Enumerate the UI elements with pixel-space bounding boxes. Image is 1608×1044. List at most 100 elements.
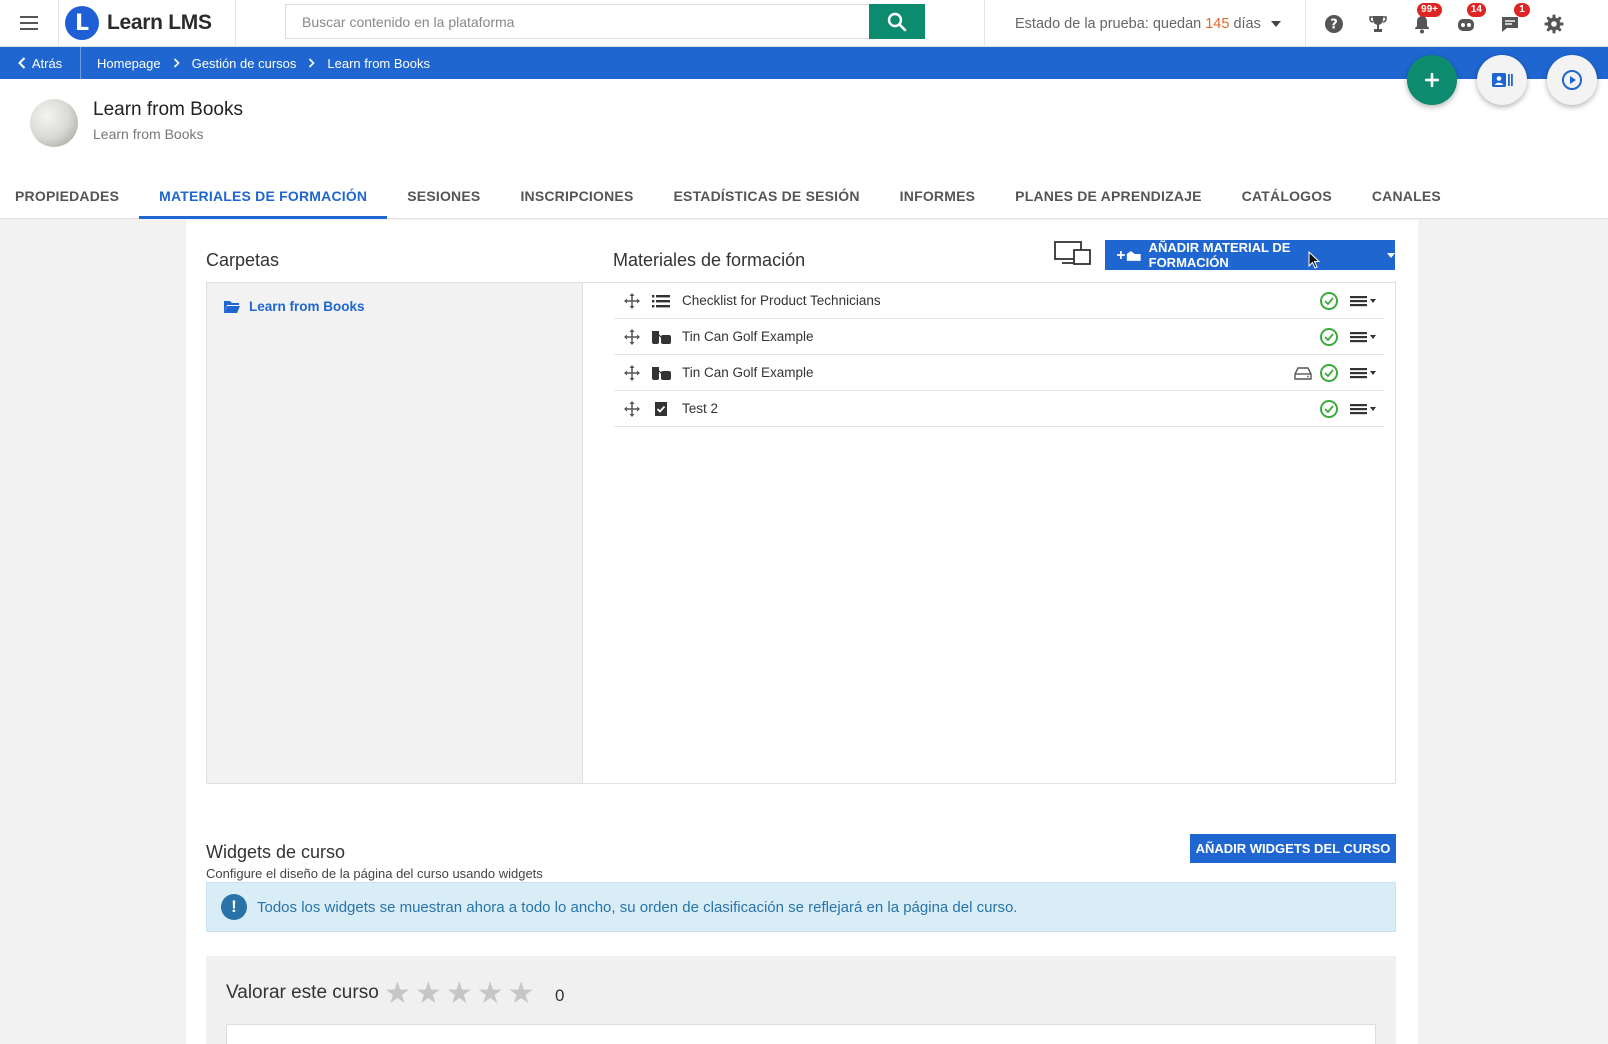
back-label: Atrás xyxy=(31,55,63,71)
search-button[interactable] xyxy=(869,4,925,39)
tab-sessions[interactable]: SESIONES xyxy=(387,172,500,219)
messages-button[interactable]: 14 xyxy=(1444,0,1488,47)
menu-icon xyxy=(1350,296,1376,307)
drag-handle[interactable] xyxy=(618,364,646,382)
material-name[interactable]: Test 2 xyxy=(682,401,718,416)
star-icon[interactable]: ★ xyxy=(415,976,442,1011)
course-title: Learn from Books xyxy=(93,99,243,120)
material-name[interactable]: Tin Can Golf Example xyxy=(682,329,814,344)
tab-training-materials[interactable]: MATERIALES DE FORMACIÓN xyxy=(139,172,388,219)
trial-days: 145 xyxy=(1205,15,1230,32)
drag-handle[interactable] xyxy=(618,328,646,346)
row-menu-button[interactable] xyxy=(1350,331,1376,343)
chat-button[interactable]: 1 xyxy=(1488,0,1532,47)
back-button[interactable]: Atrás xyxy=(0,47,81,79)
tab-enrollments[interactable]: INSCRIPCIONES xyxy=(500,172,653,219)
plus-icon xyxy=(1425,73,1439,87)
id-card-icon xyxy=(1492,73,1513,87)
logo-icon: L xyxy=(65,6,99,40)
breadcrumb-bar: Atrás Homepage Gestión de cursos Learn f… xyxy=(0,47,1608,79)
materials-list: Checklist for Product Technicians Tin Ca… xyxy=(614,283,1384,427)
top-bar: L Learn LMS Estado de la prueba: quedan … xyxy=(0,0,1608,47)
rate-course-widget: Valorar este curso ★ ★ ★ ★ ★ 0 xyxy=(206,956,1396,1044)
material-row[interactable]: Tin Can Golf Example xyxy=(614,319,1384,355)
move-icon xyxy=(624,400,640,417)
course-tabs: PROPIEDADES MATERIALES DE FORMACIÓN SESI… xyxy=(0,172,1461,219)
add-widgets-button[interactable]: AÑADIR WIDGETS DEL CURSO xyxy=(1190,834,1396,863)
row-menu-button[interactable] xyxy=(1350,367,1376,379)
course-view-fab-button[interactable] xyxy=(1477,55,1527,105)
play-circle-icon xyxy=(1562,70,1582,90)
chevron-left-icon xyxy=(17,57,26,69)
test-icon xyxy=(646,401,676,417)
caret-down-icon xyxy=(1270,20,1281,27)
breadcrumb-homepage[interactable]: Homepage xyxy=(97,56,161,71)
add-material-icon xyxy=(1117,251,1141,261)
material-row[interactable]: Checklist for Product Technicians xyxy=(614,283,1384,319)
add-fab-button[interactable] xyxy=(1407,55,1457,105)
material-actions xyxy=(1320,283,1376,319)
row-menu-button[interactable] xyxy=(1350,403,1376,415)
devices-icon xyxy=(1054,241,1091,265)
achievements-button[interactable] xyxy=(1356,0,1400,47)
help-button[interactable]: ? xyxy=(1312,0,1356,47)
tab-reports[interactable]: INFORMES xyxy=(880,172,996,219)
material-row[interactable]: Test 2 xyxy=(614,391,1384,427)
hamburger-icon xyxy=(20,22,38,24)
star-icon[interactable]: ★ xyxy=(446,976,473,1011)
trial-days-unit: días xyxy=(1233,15,1261,32)
chevron-right-icon xyxy=(309,58,316,68)
hamburger-menu-button[interactable] xyxy=(0,0,58,47)
star-icon[interactable]: ★ xyxy=(508,976,535,1011)
gear-icon xyxy=(1544,14,1564,33)
course-avatar xyxy=(30,99,78,147)
menu-icon xyxy=(1350,332,1376,343)
tab-catalogs[interactable]: CATÁLOGOS xyxy=(1222,172,1352,219)
app-logo[interactable]: L Learn LMS xyxy=(58,0,236,47)
search-input[interactable] xyxy=(285,4,869,39)
rate-course-label: Valorar este curso xyxy=(226,982,379,1003)
play-course-fab-button[interactable] xyxy=(1547,55,1597,105)
add-training-material-button[interactable]: AÑADIR MATERIAL DE FORMACIÓN xyxy=(1105,240,1395,270)
tab-learning-plans[interactable]: PLANES DE APRENDIZAJE xyxy=(995,172,1222,219)
material-actions xyxy=(1320,319,1376,355)
offline-drive-icon xyxy=(1294,367,1312,380)
chevron-right-icon xyxy=(173,58,180,68)
material-name[interactable]: Checklist for Product Technicians xyxy=(682,293,881,308)
widgets-subtitle: Configure el diseño de la página del cur… xyxy=(206,866,543,881)
tab-properties[interactable]: PROPIEDADES xyxy=(0,172,139,219)
breadcrumb: Homepage Gestión de cursos Learn from Bo… xyxy=(81,56,430,71)
tab-session-statistics[interactable]: ESTADÍSTICAS DE SESIÓN xyxy=(654,172,880,219)
folder-label: Learn from Books xyxy=(249,299,365,314)
search-bar xyxy=(285,4,925,39)
rate-course-content xyxy=(226,1024,1376,1044)
top-icons: ? 99+ 14 1 xyxy=(1312,0,1576,47)
drag-handle[interactable] xyxy=(618,292,646,310)
materials-title: Materiales de formación xyxy=(613,250,806,270)
trial-status-dropdown[interactable]: Estado de la prueba: quedan 145 días xyxy=(984,0,1306,47)
notifications-badge: 99+ xyxy=(1417,3,1442,17)
settings-button[interactable] xyxy=(1532,0,1576,47)
rating-count: 0 xyxy=(555,986,565,1005)
widgets-title: Widgets de curso xyxy=(206,842,346,862)
device-preview-button[interactable] xyxy=(1054,240,1092,268)
row-menu-button[interactable] xyxy=(1350,295,1376,307)
material-name[interactable]: Tin Can Golf Example xyxy=(682,365,814,380)
breadcrumb-course-management[interactable]: Gestión de cursos xyxy=(192,56,297,71)
chat-icon xyxy=(1502,16,1518,32)
folder-item[interactable]: Learn from Books xyxy=(223,299,365,314)
notifications-button[interactable]: 99+ xyxy=(1400,0,1444,47)
star-icon[interactable]: ★ xyxy=(384,976,411,1011)
svg-text:?: ? xyxy=(1330,17,1338,32)
material-row[interactable]: Tin Can Golf Example xyxy=(614,355,1384,391)
drag-handle[interactable] xyxy=(618,400,646,418)
main-panel: Carpetas Materiales de formación AÑADIR … xyxy=(186,220,1418,1044)
tab-channels[interactable]: CANALES xyxy=(1352,172,1461,219)
folder-open-icon xyxy=(224,300,240,313)
published-check-icon xyxy=(1320,364,1338,382)
star-rating[interactable]: ★ ★ ★ ★ ★ xyxy=(384,976,535,1011)
menu-icon xyxy=(1350,368,1376,379)
folders-panel: Learn from Books xyxy=(207,283,583,783)
star-icon[interactable]: ★ xyxy=(477,976,504,1011)
exclamation-icon: ! xyxy=(221,894,247,920)
